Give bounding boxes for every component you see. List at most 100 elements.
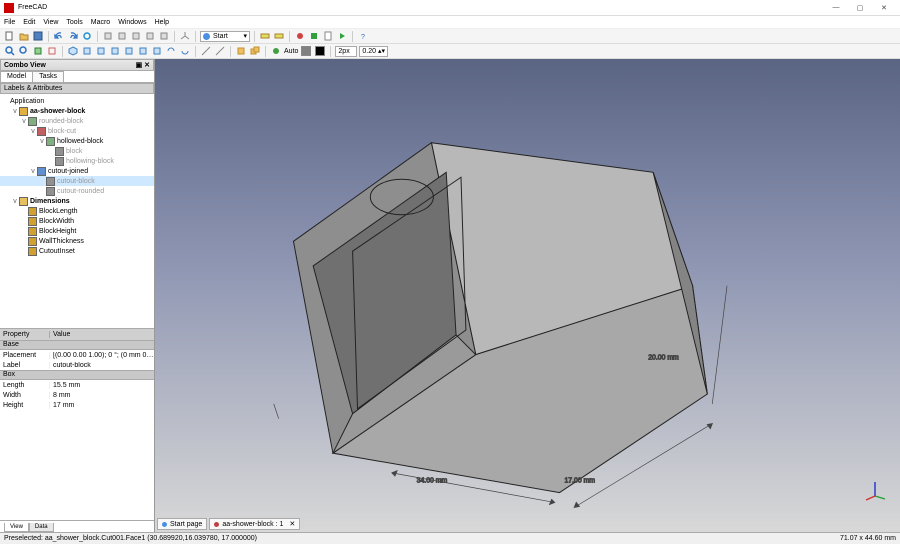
- cube4-icon[interactable]: [144, 30, 156, 42]
- cube5-icon[interactable]: [158, 30, 170, 42]
- tab-view[interactable]: View: [4, 523, 29, 532]
- draw-style-icon[interactable]: [32, 45, 44, 57]
- measure2b-icon[interactable]: [214, 45, 226, 57]
- bbox-icon[interactable]: [46, 45, 58, 57]
- view-right-icon[interactable]: [109, 45, 121, 57]
- doc-tab-start[interactable]: Start page: [157, 518, 207, 530]
- dim-height: 17.00 mm: [564, 478, 595, 485]
- auto-toggle[interactable]: [270, 45, 282, 57]
- cube2-icon[interactable]: [116, 30, 128, 42]
- menu-macro[interactable]: Macro: [91, 19, 110, 26]
- tree-item[interactable]: WallThickness: [0, 236, 154, 246]
- tree-item[interactable]: cutout-rounded: [0, 186, 154, 196]
- axes-icon[interactable]: [179, 30, 191, 42]
- view-bottom-icon[interactable]: [137, 45, 149, 57]
- tree-item[interactable]: vblock-cut: [0, 126, 154, 136]
- stop-icon[interactable]: [308, 30, 320, 42]
- tree-item[interactable]: cutout-block: [0, 176, 154, 186]
- part-group-icon[interactable]: [249, 45, 261, 57]
- tree-item[interactable]: block: [0, 146, 154, 156]
- refresh-icon[interactable]: [81, 30, 93, 42]
- prop-header-property: Property: [0, 331, 50, 338]
- model-render: 34.00 mm 17.00 mm 20.00 mm: [155, 59, 900, 532]
- color-line[interactable]: [315, 46, 325, 56]
- record-icon[interactable]: [294, 30, 306, 42]
- property-row[interactable]: Height17 mm: [0, 400, 154, 410]
- tree-item[interactable]: vhollowed-block: [0, 136, 154, 146]
- tree-item[interactable]: vDimensions: [0, 196, 154, 206]
- menu-help[interactable]: Help: [155, 19, 169, 26]
- 3d-view[interactable]: 34.00 mm 17.00 mm 20.00 mm Start page aa…: [155, 59, 900, 532]
- view-rear-icon[interactable]: [123, 45, 135, 57]
- app-icon: [4, 3, 14, 13]
- maximize-button[interactable]: ▢: [848, 1, 872, 15]
- macros-icon[interactable]: [322, 30, 334, 42]
- view-iso-icon[interactable]: [67, 45, 79, 57]
- zoom-all-icon[interactable]: [18, 45, 30, 57]
- axes-indicator: [862, 476, 888, 502]
- svg-text:?: ?: [361, 34, 365, 41]
- property-row[interactable]: Labelcutout-block: [0, 360, 154, 370]
- menu-tools[interactable]: Tools: [66, 19, 82, 26]
- titlebar: FreeCAD — ▢ ✕: [0, 0, 900, 16]
- tree-item[interactable]: vcutout-joined: [0, 166, 154, 176]
- property-row[interactable]: Placement[(0.00 0.00 1.00); 0 °; (0 mm 0…: [0, 350, 154, 360]
- cube-icon[interactable]: [102, 30, 114, 42]
- combo-tabs: Model Tasks: [0, 71, 154, 83]
- new-icon[interactable]: [4, 30, 16, 42]
- tab-model[interactable]: Model: [0, 71, 33, 82]
- model-tree[interactable]: Applicationvaa-shower-blockvrounded-bloc…: [0, 94, 154, 328]
- cube3-icon[interactable]: [130, 30, 142, 42]
- whatsthis-icon[interactable]: ?: [357, 30, 369, 42]
- zoom-fit-icon[interactable]: [4, 45, 16, 57]
- color-face[interactable]: [301, 46, 311, 56]
- tree-item[interactable]: hollowing-block: [0, 156, 154, 166]
- tree-item[interactable]: BlockWidth: [0, 216, 154, 226]
- app-title: FreeCAD: [18, 4, 47, 11]
- auto-label: Auto: [284, 48, 298, 55]
- menu-windows[interactable]: Windows: [118, 19, 146, 26]
- prop-section-base: Base: [0, 340, 154, 350]
- tab-tasks[interactable]: Tasks: [32, 71, 64, 82]
- menu-view[interactable]: View: [43, 19, 58, 26]
- toolbar-main: Start▾ ?: [0, 29, 900, 44]
- workbench-selector[interactable]: Start▾: [200, 31, 250, 42]
- labels-header: Labels & Attributes: [0, 83, 154, 94]
- view-front-icon[interactable]: [81, 45, 93, 57]
- save-icon[interactable]: [32, 30, 44, 42]
- status-coords: 71.07 x 44.60 mm: [840, 535, 896, 542]
- view-rot2-icon[interactable]: [179, 45, 191, 57]
- view-left-icon[interactable]: [151, 45, 163, 57]
- view-top-icon[interactable]: [95, 45, 107, 57]
- minimize-button[interactable]: —: [824, 1, 848, 15]
- dim-width: 34.00 mm: [417, 478, 448, 485]
- tree-item[interactable]: CutoutInset: [0, 246, 154, 256]
- tree-item[interactable]: vaa-shower-block: [0, 106, 154, 116]
- close-button[interactable]: ✕: [872, 1, 896, 15]
- tree-item[interactable]: BlockLength: [0, 206, 154, 216]
- tree-item[interactable]: BlockHeight: [0, 226, 154, 236]
- open-icon[interactable]: [18, 30, 30, 42]
- combo-view-header: Combo View ▣ ✕: [0, 59, 154, 71]
- menubar: File Edit View Tools Macro Windows Help: [0, 16, 900, 29]
- view-rot1-icon[interactable]: [165, 45, 177, 57]
- tree-item[interactable]: vrounded-block: [0, 116, 154, 126]
- measure1-icon[interactable]: [200, 45, 212, 57]
- panel-close-icon[interactable]: ▣ ✕: [136, 61, 150, 69]
- measure2-icon[interactable]: [273, 30, 285, 42]
- part-box-icon[interactable]: [235, 45, 247, 57]
- dim-depth: 20.00 mm: [648, 355, 679, 362]
- tab-data[interactable]: Data: [29, 523, 54, 532]
- property-row[interactable]: Length15.5 mm: [0, 380, 154, 390]
- measure-icon[interactable]: [259, 30, 271, 42]
- linewidth-value[interactable]: 0.20▴▾: [359, 46, 388, 57]
- toolbar-view: Auto 2px 0.20▴▾: [0, 44, 900, 59]
- play-icon[interactable]: [336, 30, 348, 42]
- menu-edit[interactable]: Edit: [23, 19, 35, 26]
- undo-icon[interactable]: [53, 30, 65, 42]
- menu-file[interactable]: File: [4, 19, 15, 26]
- redo-icon[interactable]: [67, 30, 79, 42]
- doc-tab-model[interactable]: aa-shower-block : 1✕: [209, 518, 300, 530]
- linewidth-preset[interactable]: 2px: [335, 46, 357, 57]
- property-row[interactable]: Width8 mm: [0, 390, 154, 400]
